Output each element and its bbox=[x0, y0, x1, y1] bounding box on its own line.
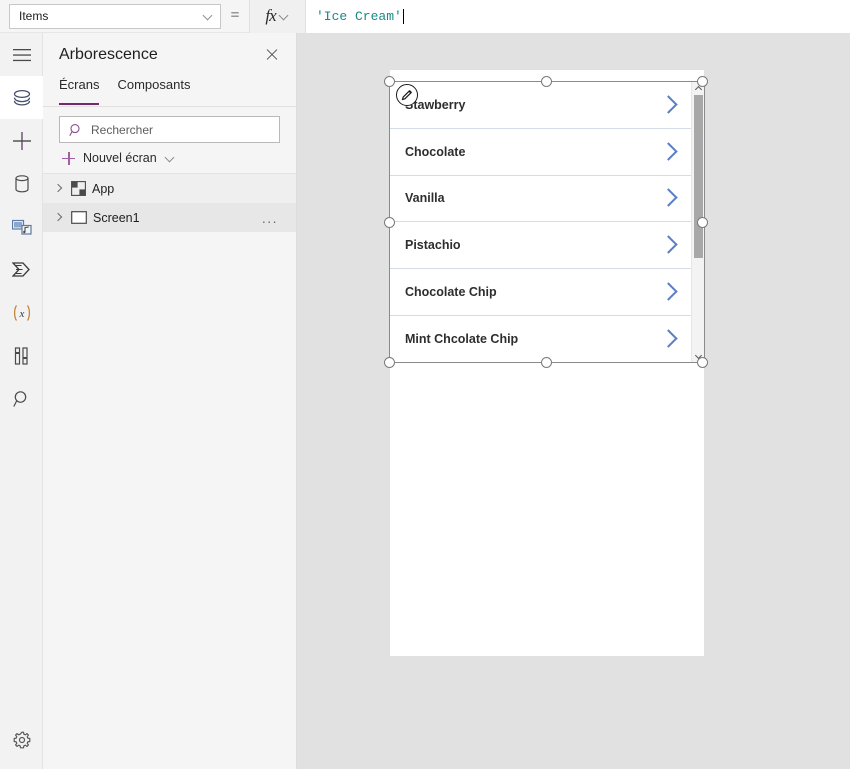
tree-view-panel: Arborescence Écrans Composants Recherche… bbox=[43, 33, 297, 769]
gallery-item-label: Chocolate bbox=[405, 144, 466, 159]
variables-icon: x bbox=[11, 304, 33, 322]
rail-item-power-automate[interactable] bbox=[0, 248, 43, 291]
search-icon bbox=[69, 123, 83, 137]
left-icon-rail: x bbox=[0, 33, 43, 769]
rail-item-settings[interactable] bbox=[0, 718, 43, 761]
search-icon bbox=[12, 390, 31, 408]
chevron-right-icon[interactable] bbox=[660, 329, 686, 349]
search-container: Rechercher bbox=[43, 107, 296, 143]
rail-item-hamburger-menu[interactable] bbox=[0, 33, 43, 76]
gallery-item-label: Vanilla bbox=[405, 191, 445, 206]
search-placeholder: Rechercher bbox=[91, 122, 154, 137]
more-options-icon[interactable]: ... bbox=[262, 211, 278, 225]
new-screen-label: Nouvel écran bbox=[83, 151, 157, 165]
search-input[interactable]: Rechercher bbox=[59, 116, 280, 143]
property-dropdown-value: Items bbox=[19, 9, 49, 23]
hamburger-menu-icon bbox=[12, 48, 31, 62]
rail-item-media[interactable] bbox=[0, 205, 43, 248]
chevron-right-icon[interactable] bbox=[660, 282, 686, 302]
resize-handle-bottom-left[interactable] bbox=[384, 357, 395, 368]
tools-icon bbox=[14, 346, 30, 365]
tree-panel-tabs: Écrans Composants bbox=[43, 77, 296, 105]
resize-handle-bottom-right[interactable] bbox=[697, 357, 708, 368]
resize-handle-middle-right[interactable] bbox=[697, 217, 708, 228]
layers-icon bbox=[12, 89, 32, 107]
resize-handle-top-left[interactable] bbox=[384, 76, 395, 87]
gallery-item[interactable]: Vanilla bbox=[390, 175, 704, 223]
chevron-down-icon[interactable] bbox=[165, 153, 176, 164]
design-canvas: Stawberry Chocolate Vanilla Pistachio Ch… bbox=[297, 33, 850, 769]
screen-rect-icon bbox=[71, 211, 87, 224]
text-caret bbox=[402, 8, 404, 24]
resize-handle-top-right[interactable] bbox=[697, 76, 708, 87]
resize-handle-middle-left[interactable] bbox=[384, 217, 395, 228]
plus-icon bbox=[12, 131, 31, 150]
edit-pencil-badge[interactable] bbox=[396, 84, 418, 106]
pencil-icon bbox=[400, 88, 414, 102]
gallery-control[interactable]: Stawberry Chocolate Vanilla Pistachio Ch… bbox=[390, 82, 704, 363]
chevron-right-icon[interactable] bbox=[660, 188, 686, 208]
chevron-right-icon[interactable] bbox=[51, 182, 65, 196]
rail-item-variables[interactable]: x bbox=[0, 291, 43, 334]
tree-item-label: Screen1 bbox=[93, 210, 140, 225]
plus-icon bbox=[62, 151, 75, 165]
gallery-item[interactable]: Chocolate Chip bbox=[390, 269, 704, 316]
scrollbar-thumb[interactable] bbox=[694, 95, 703, 258]
power-automate-icon bbox=[11, 261, 32, 278]
media-icon bbox=[11, 218, 32, 236]
formula-input[interactable]: 'Ice Cream' bbox=[306, 0, 850, 33]
rail-item-tree-view[interactable] bbox=[0, 76, 43, 119]
chevron-right-icon[interactable] bbox=[660, 235, 686, 255]
tree-item-screen1[interactable]: Screen1 ... bbox=[43, 203, 296, 232]
gear-icon bbox=[13, 731, 31, 749]
power-apps-studio: Items = fx 'Ice Cream' x Arborescence Éc… bbox=[0, 0, 850, 769]
tree-item-app[interactable]: App bbox=[43, 174, 296, 203]
close-icon[interactable] bbox=[262, 45, 282, 65]
property-dropdown[interactable]: Items bbox=[9, 3, 221, 29]
resize-handle-top-center[interactable] bbox=[541, 76, 552, 87]
resize-handle-bottom-center[interactable] bbox=[541, 357, 552, 368]
gallery-item[interactable]: Pistachio bbox=[390, 222, 704, 270]
gallery-item-label: Pistachio bbox=[405, 238, 461, 253]
gallery-item-label: Stawberry bbox=[405, 97, 466, 112]
rail-item-insert[interactable] bbox=[0, 119, 43, 162]
tab-composants[interactable]: Composants bbox=[117, 77, 190, 105]
svg-text:x: x bbox=[18, 308, 24, 320]
gallery-item[interactable]: Chocolate bbox=[390, 128, 704, 176]
formula-text: 'Ice Cream' bbox=[316, 8, 402, 24]
chevron-right-icon[interactable] bbox=[660, 142, 686, 162]
tab-ecrans[interactable]: Écrans bbox=[59, 77, 100, 105]
chevron-down-icon bbox=[203, 11, 214, 22]
rail-item-tests[interactable] bbox=[0, 334, 43, 377]
equals-sign: = bbox=[230, 7, 240, 24]
fx-button[interactable]: fx bbox=[249, 0, 306, 33]
rail-item-data[interactable] bbox=[0, 162, 43, 205]
rail-item-search[interactable] bbox=[0, 377, 43, 420]
fx-icon: fx bbox=[265, 6, 276, 25]
gallery-item[interactable]: Mint Chcolate Chip bbox=[390, 315, 704, 363]
app-grid-icon bbox=[71, 181, 86, 196]
chevron-right-icon[interactable] bbox=[51, 211, 65, 225]
chevron-right-icon[interactable] bbox=[660, 95, 686, 115]
chevron-down-icon bbox=[279, 11, 290, 22]
database-icon bbox=[14, 174, 30, 193]
formula-bar: Items = fx 'Ice Cream' bbox=[0, 0, 850, 33]
tree-item-label: App bbox=[92, 181, 115, 196]
gallery-item[interactable]: Stawberry bbox=[390, 82, 704, 129]
tree-panel-header: Arborescence bbox=[43, 33, 296, 77]
panel-title: Arborescence bbox=[59, 46, 158, 63]
gallery-item-label: Chocolate Chip bbox=[405, 285, 497, 300]
new-screen-button[interactable]: Nouvel écran bbox=[43, 143, 296, 173]
gallery-item-label: Mint Chcolate Chip bbox=[405, 331, 519, 346]
